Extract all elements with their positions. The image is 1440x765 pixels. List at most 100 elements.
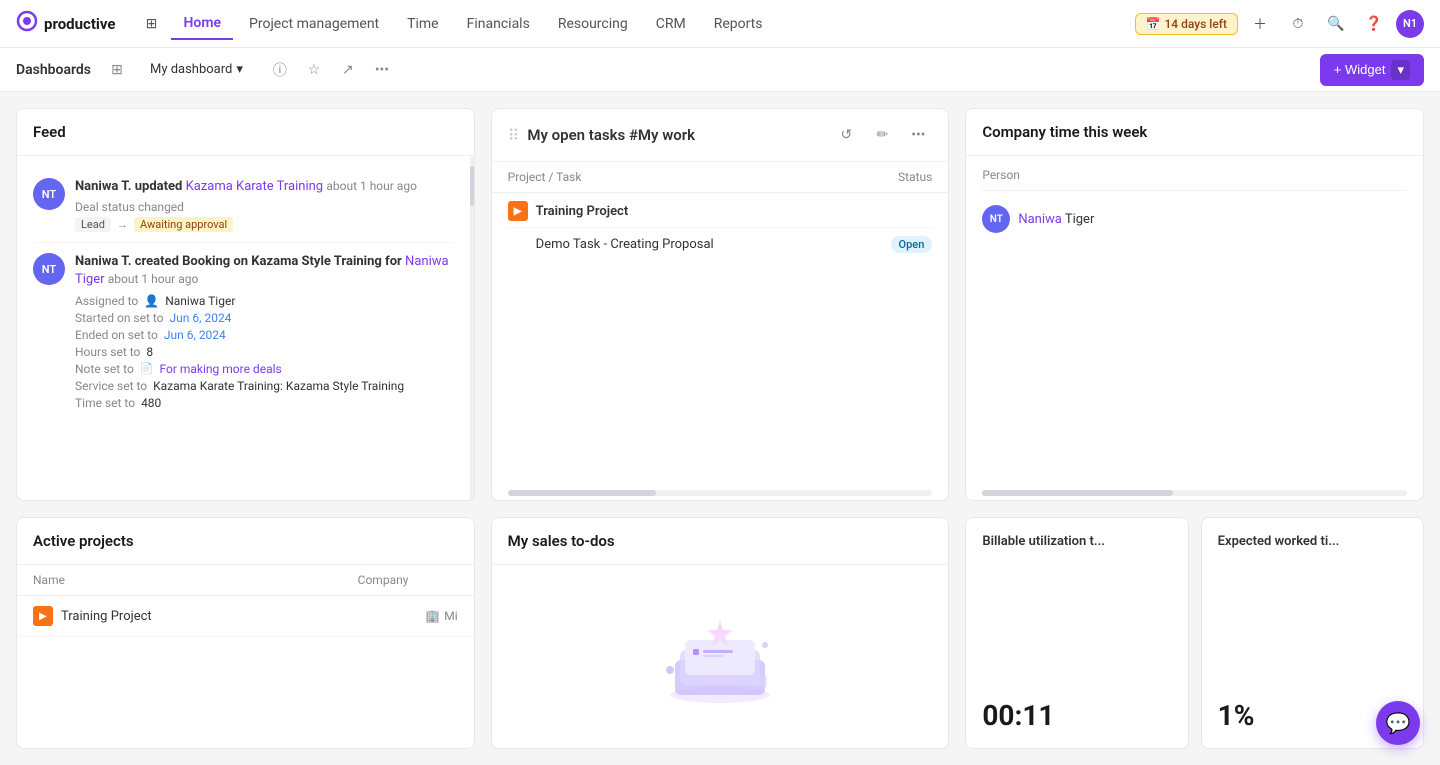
feed-item-body: Naniwa T. created Booking on Kazama Styl… (75, 253, 454, 409)
more-icon[interactable]: ••• (368, 56, 396, 84)
star-icon[interactable]: ☆ (300, 56, 328, 84)
feed-item: NT Naniwa T. created Booking on Kazama S… (33, 243, 454, 419)
refresh-icon[interactable]: ↺ (832, 121, 860, 149)
tasks-content: ▶ Training Project Demo Task - Creating … (492, 193, 949, 486)
projects-col-header: Name Company (17, 565, 474, 596)
billable-value: 00:11 (982, 699, 1171, 732)
feed-scroll-wrap: NT Naniwa T. updated Kazama Karate Train… (17, 156, 474, 500)
feed-scrollbar[interactable] (470, 156, 474, 500)
nav-reports[interactable]: Reports (702, 8, 775, 40)
tasks-title: My open tasks #My work (527, 126, 824, 144)
feed-label: Started on set to (75, 311, 164, 325)
share-icon[interactable]: ↗ (334, 56, 362, 84)
tasks-scroll-thumb (508, 490, 657, 496)
projects-content: ▶ Training Project 🏢 Mi (17, 596, 474, 748)
more-options-icon[interactable]: ••• (904, 121, 932, 149)
nav-financials[interactable]: Financials (455, 8, 542, 40)
nav-home[interactable]: Home (171, 8, 233, 40)
timer-icon[interactable]: ⏱ (1282, 8, 1314, 40)
feed-item-time: about 1 hour ago (326, 179, 417, 193)
edit-icon[interactable]: ✏ (868, 121, 896, 149)
col-status: Status (852, 170, 932, 184)
task-project-name: Training Project (536, 204, 629, 219)
feed-scroll-thumb (470, 166, 474, 206)
company-scrollbar-area (966, 486, 1423, 500)
feed-value: 480 (141, 396, 161, 410)
feed-card: Feed NT Naniwa T. updated Kazama Karate … (16, 108, 475, 501)
widget-btn-arrow: ▾ (1391, 60, 1410, 80)
feed-label: Service set to (75, 379, 147, 393)
feed-value-blue: Jun 6, 2024 (170, 311, 232, 325)
project-name: Training Project (61, 609, 417, 624)
add-widget-button[interactable]: + Widget ▾ (1320, 54, 1424, 86)
expected-title: Expected worked ti... (1218, 534, 1407, 549)
task-name: Demo Task - Creating Proposal (536, 237, 891, 252)
nav-project-management[interactable]: Project management (237, 8, 391, 40)
tasks-card: ⠿ My open tasks #My work ↺ ✏ ••• Project… (491, 108, 950, 501)
nav-resourcing[interactable]: Resourcing (546, 8, 640, 40)
feed-detail-row: Ended on set to Jun 6, 2024 (75, 328, 454, 342)
main-grid: Feed NT Naniwa T. updated Kazama Karate … (0, 92, 1440, 765)
logo[interactable]: productive (16, 10, 115, 37)
person-first-name: Naniwa (1018, 212, 1062, 227)
tasks-scrollbar-area (492, 486, 949, 500)
grid-icon[interactable]: ⊞ (103, 56, 131, 84)
feed-detail-row: Started on set to Jun 6, 2024 (75, 311, 454, 325)
col-project: Project / Task (508, 170, 853, 184)
projects-header: Active projects (17, 518, 474, 565)
drag-icon[interactable]: ⠿ (508, 126, 520, 145)
person-row: NT Naniwa Tiger (982, 199, 1407, 239)
feed-label: Assigned to (75, 294, 138, 308)
feed-meta-label: Deal status changed (75, 200, 184, 214)
feed-detail-row: Service set to Kazama Karate Training: K… (75, 379, 454, 393)
trial-badge[interactable]: 📅 14 days left (1135, 13, 1238, 35)
feed-item-title: Naniwa T. created Booking on Kazama Styl… (75, 253, 454, 289)
nav-time[interactable]: Time (395, 8, 450, 40)
person-name: Naniwa Tiger (1018, 212, 1094, 227)
sales-illus-svg (650, 600, 790, 710)
task-section: ▶ Training Project Demo Task - Creating … (492, 193, 949, 269)
feed-label: Note set to (75, 362, 134, 376)
feed-value: Kazama Karate Training: Kazama Style Tra… (153, 379, 404, 393)
sub-nav-icons: ⊞ (103, 56, 131, 84)
sales-header: My sales to-dos (492, 518, 949, 565)
feed-detail-row: Time set to 480 (75, 396, 454, 410)
task-status-badge: Open (891, 236, 933, 253)
company-h-scrollbar (982, 490, 1407, 496)
chat-button[interactable]: 💬 (1376, 701, 1420, 745)
add-button[interactable]: ＋ (1244, 8, 1276, 40)
feed-item-link[interactable]: Kazama Karate Training (186, 179, 324, 194)
feed-value-blue: Jun 6, 2024 (164, 328, 226, 342)
layout-icon[interactable]: ⊞ (135, 8, 167, 40)
feed-label: Ended on set to (75, 328, 158, 342)
search-icon[interactable]: 🔍 (1320, 8, 1352, 40)
widget-btn-label: + Widget (1334, 62, 1386, 77)
company-scroll-thumb (982, 490, 1173, 496)
company-time-header: Company time this week (966, 109, 1423, 156)
sales-content (492, 565, 949, 748)
tasks-actions: ↺ ✏ ••• (832, 121, 932, 149)
arrow-icon: → (117, 218, 128, 231)
project-icon: ▶ (508, 201, 528, 221)
sales-illustration (650, 600, 790, 714)
tasks-col-header: Project / Task Status (492, 162, 949, 193)
feed-content: NT Naniwa T. updated Kazama Karate Train… (17, 156, 470, 500)
feed-detail-row: Note set to 📄 For making more deals (75, 362, 454, 376)
avatar: NT (33, 178, 65, 210)
logo-text: productive (44, 15, 115, 33)
feed-header: Feed (17, 109, 474, 156)
feed-item-meta: Deal status changed Lead → Awaiting appr… (75, 200, 454, 232)
info-icon[interactable]: ⓘ (266, 56, 294, 84)
chevron-down-icon: ▾ (236, 62, 243, 77)
help-icon[interactable]: ❓ (1358, 8, 1390, 40)
project-row: ▶ Training Project 🏢 Mi (17, 596, 474, 637)
feed-detail-row: Assigned to 👤 Naniwa Tiger (75, 294, 454, 308)
feed-meta-row: Lead → Awaiting approval (75, 217, 454, 232)
dashboard-selector[interactable]: My dashboard ▾ (139, 57, 254, 82)
feed-value: Naniwa Tiger (165, 294, 235, 308)
company-time-content: Person NT Naniwa Tiger (966, 156, 1423, 486)
avatar: NT (33, 253, 65, 285)
user-avatar[interactable]: N1 (1396, 10, 1424, 38)
billable-card: Billable utilization t... 00:11 (965, 517, 1188, 749)
nav-crm[interactable]: CRM (644, 8, 698, 40)
